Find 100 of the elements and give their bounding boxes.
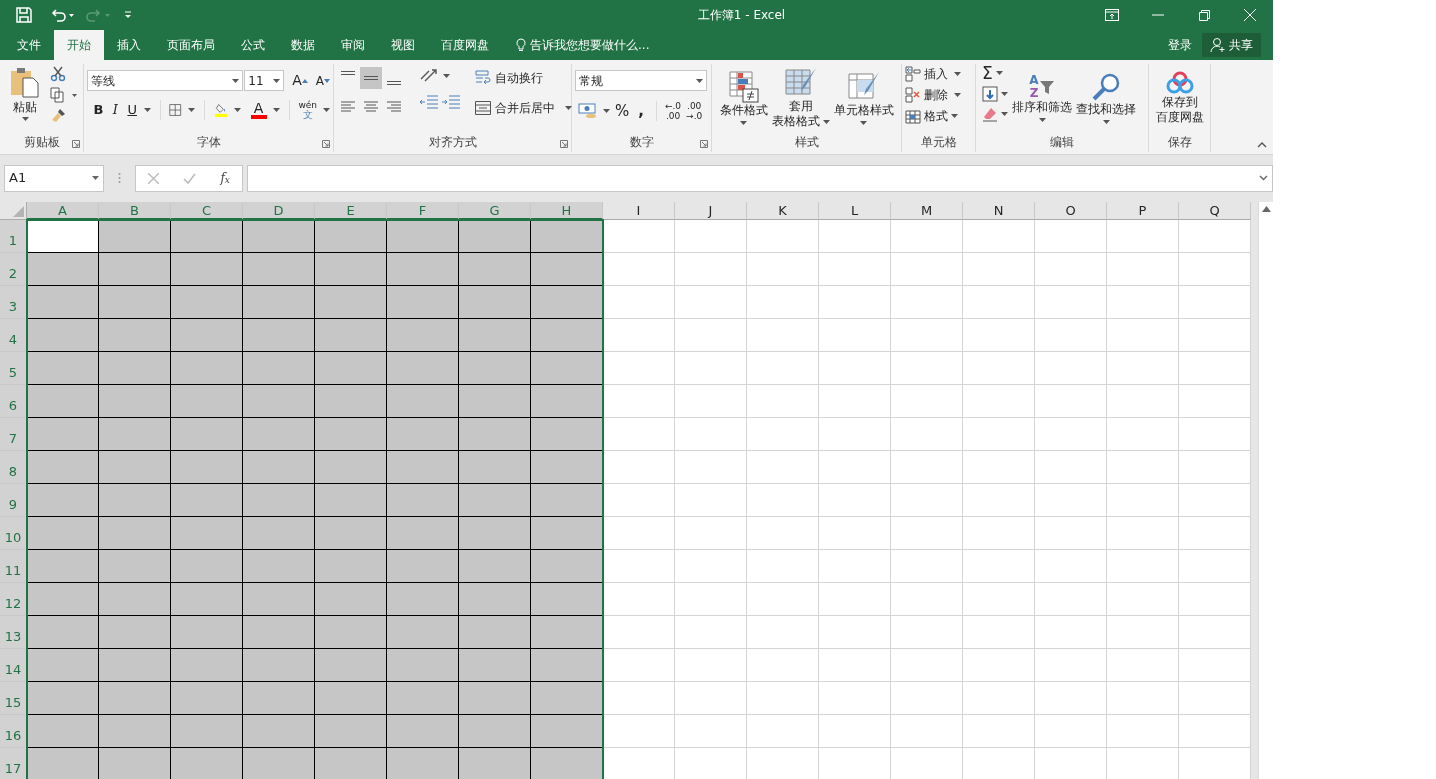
- borders-icon[interactable]: [169, 102, 182, 118]
- grid-cell[interactable]: [459, 385, 531, 418]
- grid-cell[interactable]: [243, 418, 315, 451]
- grid-cell[interactable]: [99, 253, 171, 286]
- grid-cell[interactable]: [387, 550, 459, 583]
- grid-cell[interactable]: [27, 385, 99, 418]
- grid-cell[interactable]: [99, 352, 171, 385]
- grid-cell[interactable]: [27, 286, 99, 319]
- column-header[interactable]: P: [1107, 202, 1179, 220]
- grid-cell[interactable]: [99, 319, 171, 352]
- grid-cell[interactable]: [459, 649, 531, 682]
- grid-cell[interactable]: [99, 220, 171, 253]
- grid-cell[interactable]: [315, 484, 387, 517]
- font-name-dropdown[interactable]: 等线: [87, 70, 244, 91]
- decrease-font-size-button[interactable]: A: [315, 71, 330, 90]
- grid-cell[interactable]: [387, 220, 459, 253]
- grid-cell[interactable]: [243, 220, 315, 253]
- paint-bucket-icon[interactable]: [213, 101, 228, 119]
- grid-cell[interactable]: [243, 583, 315, 616]
- grid-cell[interactable]: [315, 286, 387, 319]
- paste-button[interactable]: 粘贴: [6, 64, 44, 132]
- grid-cell[interactable]: [387, 715, 459, 748]
- grid-cell[interactable]: [171, 517, 243, 550]
- grid-cell[interactable]: [315, 253, 387, 286]
- row-header[interactable]: 16: [0, 715, 27, 748]
- percent-button[interactable]: %: [615, 100, 630, 123]
- customize-menu-icon[interactable]: [124, 11, 132, 19]
- grid-cell[interactable]: [387, 583, 459, 616]
- ribbon-tab[interactable]: 公式: [228, 30, 278, 60]
- grid-cell[interactable]: [99, 748, 171, 779]
- grid-cell[interactable]: [459, 220, 531, 253]
- grid-cell[interactable]: [99, 583, 171, 616]
- grid-cell[interactable]: [99, 385, 171, 418]
- grid-cell[interactable]: [531, 550, 603, 583]
- grid-cell[interactable]: [531, 220, 603, 253]
- wrap-text-button[interactable]: 自动换行: [475, 69, 572, 87]
- cancel-icon[interactable]: [148, 172, 160, 184]
- name-box[interactable]: A1: [4, 164, 104, 192]
- insert-function-button[interactable]: f$_{x}$: [220, 169, 230, 187]
- save-icon[interactable]: [16, 7, 32, 23]
- grid-cell[interactable]: [171, 649, 243, 682]
- grid-cell[interactable]: [531, 649, 603, 682]
- grid-cell[interactable]: [171, 616, 243, 649]
- grid-cell[interactable]: [99, 451, 171, 484]
- formula-input[interactable]: [247, 164, 1273, 192]
- grid-cell[interactable]: [315, 616, 387, 649]
- vertical-align-button[interactable]: [360, 67, 382, 89]
- grid-cell[interactable]: [243, 715, 315, 748]
- grid-cell[interactable]: [27, 682, 99, 715]
- column-header[interactable]: O: [1035, 202, 1107, 220]
- grid-cell[interactable]: [99, 517, 171, 550]
- copy-icon[interactable]: [50, 87, 78, 103]
- row-header[interactable]: 1: [0, 220, 27, 253]
- grid-cell[interactable]: [315, 319, 387, 352]
- grid-cell[interactable]: [531, 352, 603, 385]
- grid-cell[interactable]: [531, 385, 603, 418]
- grid-cell[interactable]: [315, 451, 387, 484]
- italic-button[interactable]: I: [109, 100, 121, 120]
- increase-decimal-button[interactable]: ←.0 .00: [664, 101, 682, 122]
- grid-cell[interactable]: [459, 550, 531, 583]
- ribbon-tab[interactable]: 开始: [54, 30, 104, 60]
- dialog-launcher-icon[interactable]: [322, 140, 330, 148]
- grid-cell[interactable]: [387, 319, 459, 352]
- row-header[interactable]: 12: [0, 583, 27, 616]
- grid-cell[interactable]: [243, 484, 315, 517]
- grid-cell[interactable]: [27, 418, 99, 451]
- grid-cell[interactable]: [27, 319, 99, 352]
- decrease-decimal-button[interactable]: .00 →.0: [686, 101, 703, 122]
- row-header[interactable]: 10: [0, 517, 27, 550]
- sign-in-link[interactable]: 登录: [1168, 36, 1192, 54]
- grid-cell[interactable]: [387, 286, 459, 319]
- grid-cell[interactable]: [315, 649, 387, 682]
- grid-cell[interactable]: [243, 550, 315, 583]
- grid-cell[interactable]: [531, 319, 603, 352]
- scissors-icon[interactable]: [50, 66, 66, 82]
- grid-cell[interactable]: [531, 715, 603, 748]
- expand-icon[interactable]: [1259, 175, 1268, 181]
- ribbon-tab[interactable]: 百度网盘: [428, 30, 502, 60]
- grid-cell[interactable]: [171, 253, 243, 286]
- grid-cell[interactable]: [387, 748, 459, 779]
- row-header[interactable]: 2: [0, 253, 27, 286]
- grid-cell[interactable]: [459, 451, 531, 484]
- column-header[interactable]: K: [747, 202, 819, 220]
- grid-cell[interactable]: [27, 484, 99, 517]
- row-header[interactable]: 15: [0, 682, 27, 715]
- column-header[interactable]: C: [171, 202, 243, 220]
- grid-cell[interactable]: [459, 682, 531, 715]
- find-select-button[interactable]: 查找和选择: [1076, 64, 1136, 132]
- grid-cell[interactable]: [99, 649, 171, 682]
- font-size-dropdown[interactable]: 11: [244, 70, 285, 91]
- conditional-formatting-button[interactable]: 条件格式: [719, 64, 768, 132]
- column-header[interactable]: B: [99, 202, 171, 220]
- sort-filter-button[interactable]: A Z 排序和筛选: [1012, 64, 1072, 132]
- grid-cell[interactable]: [459, 616, 531, 649]
- grid-cell[interactable]: [459, 517, 531, 550]
- ribbon-tab[interactable]: 插入: [104, 30, 154, 60]
- grid-cell[interactable]: [27, 715, 99, 748]
- column-header[interactable]: J: [675, 202, 747, 220]
- grid-cell[interactable]: [387, 484, 459, 517]
- caret-icon[interactable]: [603, 109, 610, 114]
